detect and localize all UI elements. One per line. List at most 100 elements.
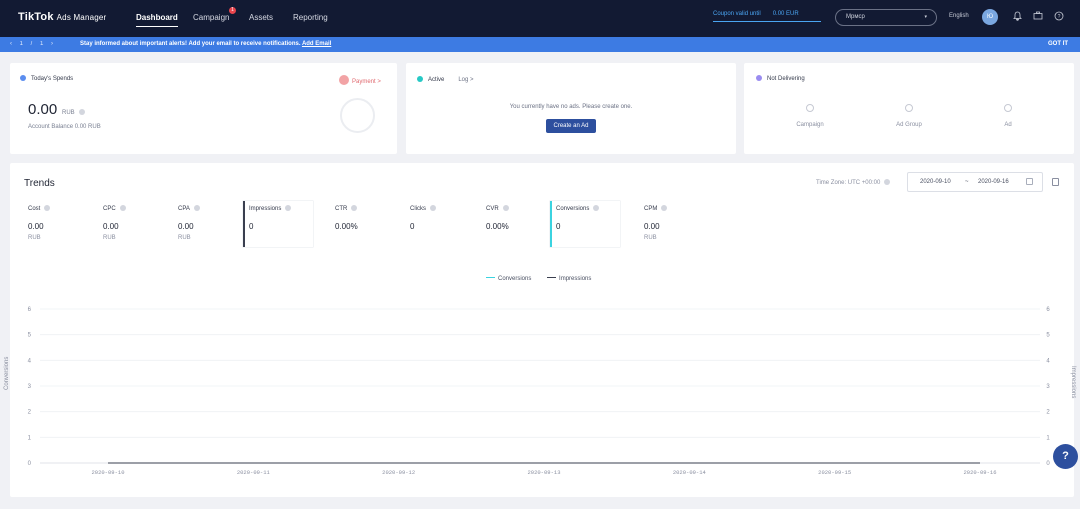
info-icon[interactable] (884, 179, 891, 185)
spend-donut-chart (340, 98, 375, 133)
alert-message: Stay informed about important alerts! Ad… (80, 41, 331, 47)
briefcase-icon[interactable] (1032, 11, 1044, 23)
metric-header: CPM (644, 205, 668, 212)
legend-swatch (486, 277, 495, 278)
y-tick-left: 1 (28, 435, 32, 441)
metric-name: CPC (103, 206, 116, 212)
tiktok-logo[interactable]: TikTok Ads Manager (18, 11, 106, 23)
metric-cost[interactable]: Cost 0.00 RUB (24, 201, 94, 247)
metric-value: 0.00 (178, 222, 194, 231)
y-tick-left: 2 (28, 410, 32, 416)
avatar[interactable]: Ю (982, 9, 998, 25)
metric-name: Conversions (556, 206, 590, 212)
metric-value: 0 (556, 222, 561, 231)
not-delivering-title: Not Delivering (767, 76, 805, 82)
ring-icon (1004, 104, 1012, 112)
nav-assets[interactable]: Assets (249, 13, 273, 22)
got-it-button[interactable]: GOT IT (1048, 41, 1068, 47)
info-icon[interactable] (285, 205, 292, 211)
metric-name: Clicks (410, 206, 426, 212)
date-separator: ~ (965, 179, 969, 185)
metric-cpm[interactable]: CPM 0.00 RUB (640, 201, 710, 247)
metric-conversions[interactable]: Conversions 0 (550, 201, 620, 247)
info-icon[interactable] (119, 205, 126, 211)
metric-ctr[interactable]: CTR 0.00% (331, 201, 401, 247)
metric-unit: RUB (28, 235, 41, 241)
metric-header: CPC (103, 205, 126, 212)
metric-value: 0.00 (103, 222, 119, 231)
legend-impressions-label: Impressions (559, 276, 592, 282)
campaign-badge: 1 (229, 7, 236, 14)
account-selector[interactable]: Мрмср ▾ (835, 9, 937, 26)
alert-pager[interactable]: ‹ 1 / 1 › (10, 41, 56, 47)
metric-name: Cost (28, 206, 41, 212)
tab-log[interactable]: Log > (458, 77, 473, 83)
logo-text: TikTok (18, 11, 54, 23)
date-range-picker[interactable]: 2020-09-10 ~ 2020-09-16 (907, 172, 1043, 192)
info-icon[interactable] (78, 109, 85, 115)
metric-value: 0 (249, 222, 254, 231)
language-selector[interactable]: English (949, 13, 969, 19)
not-delivering-ad[interactable]: Ad (978, 104, 1038, 128)
y-tick-left: 3 (28, 384, 32, 390)
metric-clicks[interactable]: Clicks 0 (406, 201, 476, 247)
y-tick-right: 2 (1046, 410, 1050, 416)
info-icon[interactable] (502, 205, 509, 211)
info-icon[interactable] (193, 205, 200, 211)
payment-link[interactable]: Payment > (339, 75, 381, 85)
payment-icon (339, 75, 349, 85)
info-icon[interactable] (593, 205, 600, 211)
chevron-down-icon: ▾ (924, 14, 927, 20)
not-delivering-campaign[interactable]: Campaign (780, 104, 840, 128)
logo-subtitle: Ads Manager (56, 13, 107, 22)
metric-impressions[interactable]: Impressions 0 (243, 201, 313, 247)
x-tick-label: 2020-09-15 (818, 469, 851, 476)
not-delivering-header: Not Delivering (756, 75, 805, 82)
ring-icon (806, 104, 814, 112)
nav-dashboard[interactable]: Dashboard (136, 13, 178, 27)
metric-value: 0.00% (335, 222, 358, 231)
x-tick-label: 2020-09-16 (963, 469, 996, 476)
not-delivering-adgroup[interactable]: Ad Group (879, 104, 939, 128)
export-icon[interactable] (1052, 178, 1059, 186)
metric-name: Impressions (249, 206, 282, 212)
legend-impressions[interactable]: Impressions (547, 276, 591, 282)
coupon-label: Coupon valid until (713, 11, 761, 17)
nav-reporting[interactable]: Reporting (293, 13, 328, 22)
nav-campaign[interactable]: Campaign (193, 13, 229, 22)
metric-cvr[interactable]: CVR 0.00% (482, 201, 552, 247)
tab-active[interactable]: Active (428, 77, 444, 83)
info-icon[interactable] (661, 205, 668, 211)
alert-text: Stay informed about important alerts! Ad… (80, 41, 301, 47)
spend-unit-text: RUB (62, 110, 75, 116)
x-tick-label: 2020-09-11 (237, 469, 271, 476)
account-balance: Account Balance 0.00 RUB (28, 124, 101, 130)
active-dot (417, 76, 423, 82)
date-from: 2020-09-10 (920, 179, 951, 185)
info-icon[interactable] (430, 205, 436, 211)
y-tick-left: 4 (28, 358, 32, 364)
metric-unit: RUB (178, 235, 191, 241)
metric-cpa[interactable]: CPA 0.00 RUB (174, 201, 244, 247)
metric-cpc[interactable]: CPC 0.00 RUB (99, 201, 169, 247)
info-icon[interactable] (44, 205, 51, 211)
x-tick-label: 2020-09-14 (673, 469, 707, 476)
bell-icon[interactable] (1011, 11, 1023, 23)
spends-title: Today's Spends (31, 76, 74, 82)
coupon-info[interactable]: Coupon valid until 0.00 EUR (713, 11, 821, 22)
legend-conversions[interactable]: Conversions (486, 276, 531, 282)
y-tick-right: 6 (1046, 307, 1050, 313)
help-float-button[interactable]: ? (1053, 444, 1078, 469)
info-icon[interactable] (351, 205, 358, 211)
metric-header: CVR (486, 205, 509, 212)
create-ad-button[interactable]: Create an Ad (546, 119, 596, 133)
trends-line-chart: 0 0 1 1 2 2 3 3 4 4 5 5 6 6 2020-09-10 2020-09-11 2020-0… (28, 307, 1051, 476)
account-name: Мрмср (846, 14, 865, 20)
metric-header: CTR (335, 205, 358, 212)
help-icon[interactable]: ? (1053, 11, 1065, 23)
add-email-link[interactable]: Add Email (302, 41, 331, 47)
metric-header: Clicks (410, 205, 436, 212)
nd-ad-label: Ad (1004, 122, 1012, 128)
x-tick-label: 2020-09-13 (527, 469, 560, 476)
metric-header: Cost (28, 205, 51, 212)
